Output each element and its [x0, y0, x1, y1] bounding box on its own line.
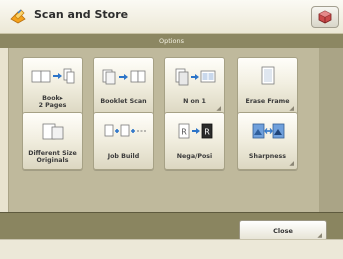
scan-and-store-screen: Scan and Store Options Book▸ 2 Pages Boo…: [0, 0, 343, 259]
scan-store-icon: [9, 7, 27, 25]
tile-label: Different Size Originals: [28, 149, 77, 164]
nega-posi-button[interactable]: R R Nega/Posi: [164, 112, 225, 170]
erase-frame-button[interactable]: Erase Frame ◢: [237, 57, 298, 115]
different-size-originals-button[interactable]: Different Size Originals: [22, 112, 83, 170]
tile-label: Nega/Posi: [176, 153, 213, 161]
status-strip: [0, 239, 343, 259]
tile-label: N on 1: [183, 98, 206, 106]
n-on-1-icon: [165, 62, 224, 90]
tile-label: Erase Frame: [245, 98, 290, 106]
book-to-two-pages-icon: [23, 62, 82, 90]
header-bar: Scan and Store: [0, 0, 343, 34]
n-on-1-button[interactable]: N on 1 ◢: [164, 57, 225, 115]
screen-title: Scan and Store: [34, 8, 129, 21]
svg-text:R: R: [181, 128, 187, 137]
tile-label: Sharpness: [248, 153, 287, 161]
close-button[interactable]: Close ◢: [239, 220, 327, 241]
job-build-button[interactable]: Job Build: [93, 112, 154, 170]
scroll-area: [319, 48, 343, 212]
corner-mark-icon: ◢: [289, 105, 294, 112]
corner-mark-icon: ◢: [317, 232, 322, 239]
close-label: Close: [273, 226, 293, 235]
corner-mark-icon: ◢: [216, 105, 221, 112]
sharpness-icon: [238, 117, 297, 145]
corner-mark-icon: ◢: [289, 160, 294, 167]
job-build-icon: [94, 117, 153, 145]
options-title-bar: Options: [0, 34, 343, 48]
sharpness-button[interactable]: Sharpness ◢: [237, 112, 298, 170]
nega-posi-icon: R R: [165, 117, 224, 145]
booklet-scan-button[interactable]: Booklet Scan: [93, 57, 154, 115]
book-to-two-pages-button[interactable]: Book▸ 2 Pages: [22, 57, 83, 115]
different-size-originals-icon: [23, 117, 82, 145]
tile-label: Booklet Scan: [100, 98, 147, 106]
status-monitor-button[interactable]: [311, 6, 339, 28]
booklet-scan-icon: [94, 62, 153, 90]
tile-label: Book▸ 2 Pages: [38, 94, 67, 109]
tile-label: Job Build: [107, 153, 140, 161]
erase-frame-icon: [238, 62, 297, 90]
cube-icon: [318, 10, 332, 24]
svg-text:R: R: [204, 128, 210, 137]
